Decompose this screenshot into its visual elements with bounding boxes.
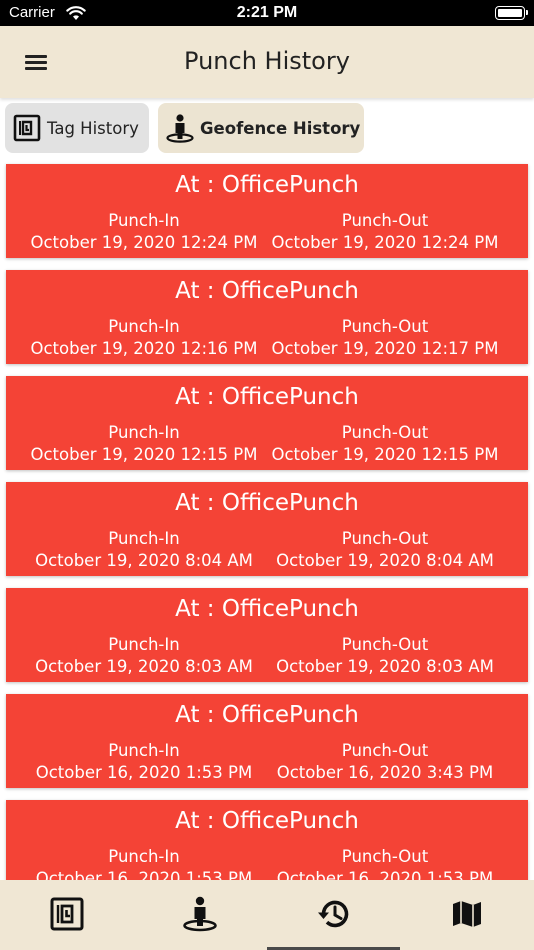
punch-out-time: October 16, 2020 3:43 PM	[276, 763, 494, 782]
history-icon	[317, 900, 348, 928]
punch-in-column: Punch-In October 19, 2020 8:04 AM	[14, 528, 274, 572]
nfc-tag-icon	[13, 114, 41, 142]
punch-out-label: Punch-Out	[341, 529, 429, 548]
punch-out-label: Punch-Out	[341, 635, 429, 654]
punch-out-label: Punch-Out	[341, 423, 429, 442]
punch-in-time: October 19, 2020 8:03 AM	[35, 657, 253, 676]
punch-in-time: October 19, 2020 12:24 PM	[30, 233, 258, 252]
punch-record-card[interactable]: At : OfficePunch Punch-In October 16, 20…	[6, 694, 528, 788]
nav-history[interactable]	[267, 880, 400, 950]
punch-in-time: October 16, 2020 1:53 PM	[35, 869, 253, 880]
punch-out-column: Punch-Out October 19, 2020 8:03 AM	[255, 634, 515, 678]
punch-out-time: October 19, 2020 12:24 PM	[271, 233, 499, 252]
punch-out-label: Punch-Out	[341, 847, 429, 866]
person-geofence-icon	[182, 896, 217, 932]
punch-in-column: Punch-In October 19, 2020 12:16 PM	[14, 316, 274, 360]
punch-in-column: Punch-In October 16, 2020 1:53 PM	[14, 740, 274, 784]
battery-icon	[495, 6, 528, 20]
punch-history-list[interactable]: At : OfficePunch Punch-In October 19, 20…	[0, 158, 534, 880]
tab-geofence-history[interactable]: Geofence History	[158, 103, 364, 153]
punch-out-time: October 19, 2020 8:03 AM	[276, 657, 494, 676]
punch-in-time: October 16, 2020 1:53 PM	[35, 763, 253, 782]
punch-in-column: Punch-In October 16, 2020 1:53 PM	[14, 846, 274, 880]
punch-out-label: Punch-Out	[341, 317, 429, 336]
punch-location: At : OfficePunch	[175, 278, 359, 304]
punch-in-label: Punch-In	[108, 847, 180, 866]
punch-out-column: Punch-Out October 19, 2020 12:17 PM	[255, 316, 515, 360]
nav-geofence[interactable]	[133, 880, 266, 950]
tab-geofence-history-label: Geofence History	[200, 118, 361, 138]
punch-out-time: October 19, 2020 12:17 PM	[271, 339, 499, 358]
punch-location: At : OfficePunch	[175, 808, 359, 834]
punch-out-column: Punch-Out October 16, 2020 3:43 PM	[255, 740, 515, 784]
history-tabs: Tag History Geofence History	[0, 100, 534, 158]
punch-in-label: Punch-In	[108, 529, 180, 548]
punch-in-time: October 19, 2020 8:04 AM	[35, 551, 253, 570]
punch-in-label: Punch-In	[108, 635, 180, 654]
tab-tag-history-label: Tag History	[47, 118, 139, 138]
clock: 2:21 PM	[236, 4, 298, 21]
punch-in-time: October 19, 2020 12:15 PM	[30, 445, 258, 464]
punch-record-card[interactable]: At : OfficePunch Punch-In October 19, 20…	[6, 588, 528, 682]
person-geofence-icon	[166, 114, 194, 143]
punch-location: At : OfficePunch	[175, 172, 359, 198]
punch-out-time: October 16, 2020 1:53 PM	[276, 869, 494, 880]
punch-out-column: Punch-Out October 19, 2020 12:24 PM	[255, 210, 515, 254]
app-bar: Punch History	[0, 26, 534, 98]
punch-in-column: Punch-In October 19, 2020 12:15 PM	[14, 422, 274, 466]
punch-record-card[interactable]: At : OfficePunch Punch-In October 19, 20…	[6, 164, 528, 258]
map-icon	[452, 901, 481, 927]
punch-out-column: Punch-Out October 16, 2020 1:53 PM	[255, 846, 515, 880]
punch-in-column: Punch-In October 19, 2020 8:03 AM	[14, 634, 274, 678]
punch-out-label: Punch-Out	[341, 211, 429, 230]
punch-out-time: October 19, 2020 8:04 AM	[276, 551, 494, 570]
punch-out-column: Punch-Out October 19, 2020 12:15 PM	[255, 422, 515, 466]
tab-tag-history[interactable]: Tag History	[5, 103, 149, 153]
punch-in-time: October 19, 2020 12:16 PM	[30, 339, 258, 358]
punch-in-column: Punch-In October 19, 2020 12:24 PM	[14, 210, 274, 254]
bottom-navigation	[0, 880, 534, 950]
punch-out-column: Punch-Out October 19, 2020 8:04 AM	[255, 528, 515, 572]
punch-in-label: Punch-In	[108, 423, 180, 442]
page-title: Punch History	[184, 47, 350, 75]
punch-record-card[interactable]: At : OfficePunch Punch-In October 19, 20…	[6, 376, 528, 470]
punch-location: At : OfficePunch	[175, 702, 359, 728]
nav-tag[interactable]	[0, 880, 133, 950]
punch-in-label: Punch-In	[108, 211, 180, 230]
punch-record-card[interactable]: At : OfficePunch Punch-In October 16, 20…	[6, 800, 528, 880]
punch-record-card[interactable]: At : OfficePunch Punch-In October 19, 20…	[6, 482, 528, 576]
nav-map[interactable]	[400, 880, 533, 950]
status-bar: Carrier 2:21 PM	[0, 0, 534, 26]
punch-out-time: October 19, 2020 12:15 PM	[271, 445, 499, 464]
punch-record-card[interactable]: At : OfficePunch Punch-In October 19, 20…	[6, 270, 528, 364]
punch-in-label: Punch-In	[108, 741, 180, 760]
punch-location: At : OfficePunch	[175, 384, 359, 410]
nfc-tag-icon	[50, 897, 83, 931]
punch-out-label: Punch-Out	[341, 741, 429, 760]
punch-location: At : OfficePunch	[175, 596, 359, 622]
punch-location: At : OfficePunch	[175, 490, 359, 516]
punch-in-label: Punch-In	[108, 317, 180, 336]
